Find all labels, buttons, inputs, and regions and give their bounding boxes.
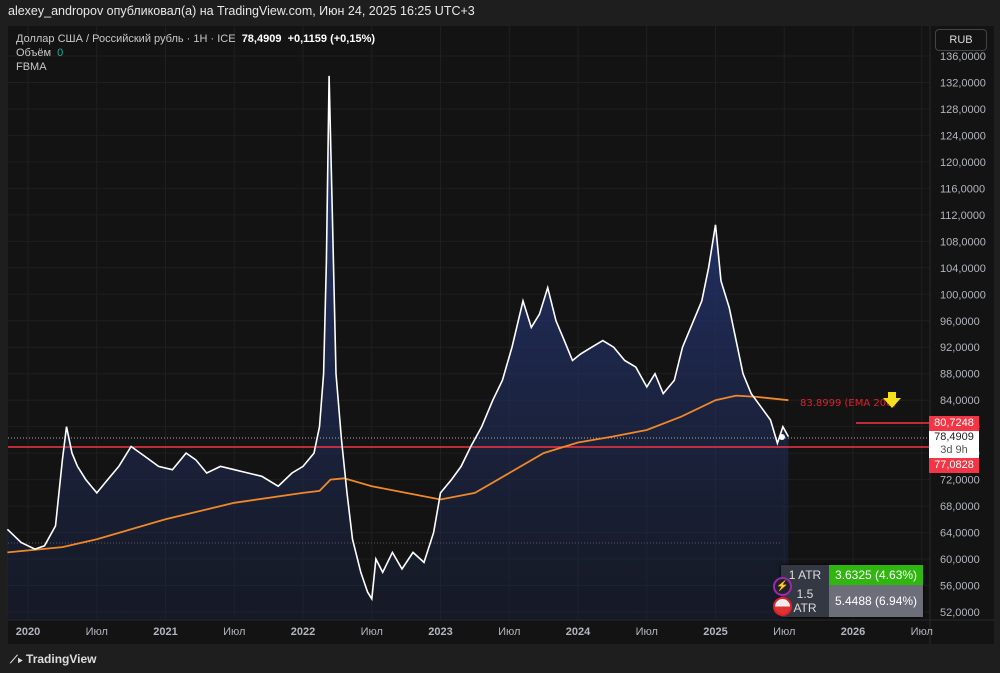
currency-button[interactable]: RUB bbox=[935, 29, 987, 51]
y-tick-label: 56,0000 bbox=[940, 581, 980, 593]
y-tick-label: 132,0000 bbox=[940, 77, 986, 89]
current-price: 78,4909 bbox=[934, 431, 974, 443]
price-area bbox=[7, 75, 789, 620]
symbol-name[interactable]: Доллар США / Российский рубль · 1H · ICE bbox=[16, 33, 236, 45]
atr-row: 1 ATR 3.6325 (4.63%) bbox=[781, 565, 924, 585]
x-tick-label: 2024 bbox=[566, 626, 591, 638]
logo-text: TradingView bbox=[26, 652, 97, 666]
y-tick-label: 108,0000 bbox=[940, 236, 986, 248]
x-tick-label: 2022 bbox=[291, 626, 315, 638]
volume-label[interactable]: Объём bbox=[16, 47, 51, 59]
lightning-icon[interactable]: ⚡ bbox=[773, 577, 792, 596]
x-tick-label: Июл bbox=[498, 626, 520, 638]
x-tick-label: 2026 bbox=[841, 626, 865, 638]
indicator-fbma[interactable]: FBMA bbox=[16, 60, 375, 74]
y-tick-label: 124,0000 bbox=[940, 130, 986, 142]
us-flag-icon[interactable] bbox=[773, 597, 792, 616]
y-tick-label: 52,0000 bbox=[940, 607, 980, 619]
x-tick-label: 2021 bbox=[153, 626, 177, 638]
y-tick-label: 104,0000 bbox=[940, 263, 986, 275]
atr-value: 5.4488 (6.94%) bbox=[829, 585, 924, 617]
y-tick-label: 68,0000 bbox=[940, 501, 980, 513]
last-price: 78,4909 bbox=[241, 33, 282, 45]
y-tick-label: 72,0000 bbox=[940, 475, 980, 487]
x-tick-label: Июл bbox=[911, 626, 933, 638]
atr-value: 3.6325 (4.63%) bbox=[829, 565, 924, 585]
lower-price-label: 77,0828 bbox=[929, 458, 979, 473]
x-tick-label: 2025 bbox=[703, 626, 727, 638]
x-tick-label: Июл bbox=[773, 626, 795, 638]
y-tick-label: 120,0000 bbox=[940, 157, 986, 169]
y-tick-label: 96,0000 bbox=[940, 316, 980, 328]
y-tick-label: 92,0000 bbox=[940, 342, 980, 354]
tradingview-logo[interactable]: ⟋▸ TradingView bbox=[10, 652, 97, 667]
y-tick-label: 100,0000 bbox=[940, 289, 986, 301]
y-tick-label: 128,0000 bbox=[940, 104, 986, 116]
current-price-label: 78,4909 3d 9h bbox=[929, 431, 979, 458]
atr-row: 1.5 ATR 5.4488 (6.94%) bbox=[781, 585, 924, 617]
y-tick-label: 60,0000 bbox=[940, 554, 980, 566]
x-tick-label: Июл bbox=[223, 626, 245, 638]
chart-legend: Доллар США / Российский рубль · 1H · ICE… bbox=[16, 32, 375, 74]
atr-table: 1 ATR 3.6325 (4.63%) 1.5 ATR 5.4488 (6.94%… bbox=[781, 565, 924, 617]
x-tick-label: 2020 bbox=[16, 626, 40, 638]
volume-value: 0 bbox=[57, 47, 64, 59]
x-tick-label: Июл bbox=[636, 626, 658, 638]
x-tick-label: 2023 bbox=[428, 626, 452, 638]
y-tick-label: 116,0000 bbox=[940, 183, 985, 195]
ema-label: 83.8999 (EMA 200) bbox=[800, 398, 896, 409]
upper-price-label: 80,7248 bbox=[929, 416, 979, 431]
y-tick-label: 64,0000 bbox=[940, 528, 980, 540]
y-tick-label: 88,0000 bbox=[940, 369, 980, 381]
last-price-dot bbox=[779, 434, 785, 440]
y-tick-label: 84,0000 bbox=[940, 395, 980, 407]
y-tick-label: 136,0000 bbox=[940, 51, 986, 63]
x-tick-label: Июл bbox=[361, 626, 383, 638]
price-change: +0,1159 (+0,15%) bbox=[287, 33, 376, 45]
bar-countdown: 3d 9h bbox=[940, 444, 968, 456]
x-tick-label: Июл bbox=[86, 626, 108, 638]
y-tick-label: 112,0000 bbox=[940, 210, 985, 222]
